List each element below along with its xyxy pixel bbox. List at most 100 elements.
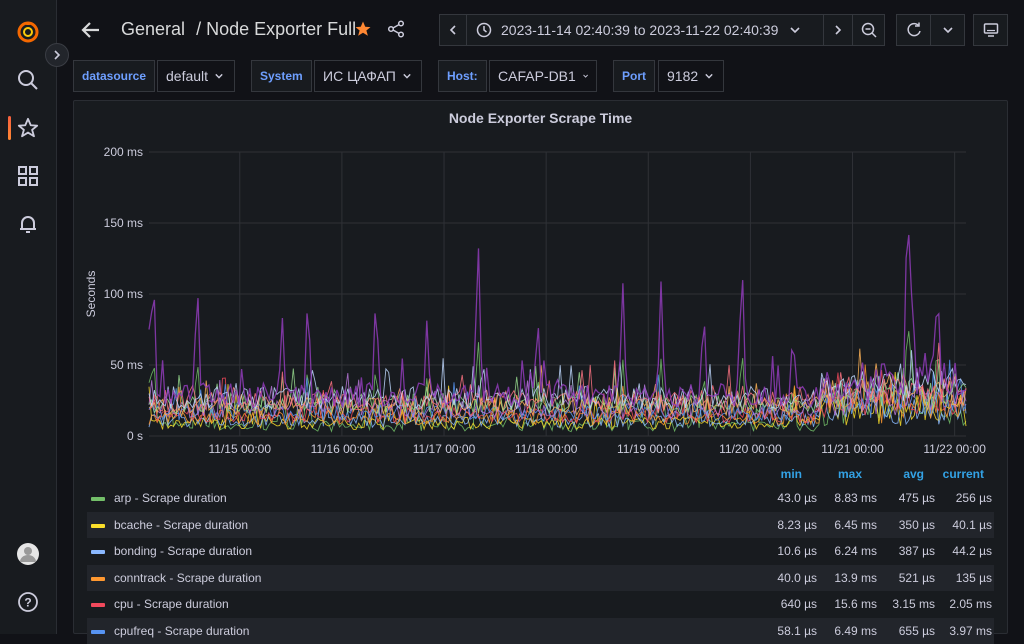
refresh-icon [906,22,921,37]
legend-value-current: 3.97 ms [949,623,992,638]
legend-value-max: 8.83 ms [834,491,877,505]
chevron-right-icon [835,25,842,35]
legend-color-swatch[interactable] [91,603,105,607]
breadcrumb-separator: / [196,19,202,39]
legend-header-max[interactable]: max [824,467,862,481]
chevron-right-icon [54,50,61,60]
variable-select-host[interactable]: CAFAP-DB1 [489,60,597,92]
legend-series-name[interactable]: arp - Scrape duration [114,491,227,505]
x-tick-label: 11/22 00:00 [923,442,986,456]
legend-color-swatch[interactable] [91,629,105,634]
variable-select-datasource[interactable]: default [157,60,235,92]
refresh-interval-dropdown[interactable] [930,14,965,46]
variable-label-datasource: datasource [73,60,156,92]
variable-select-port[interactable]: 9182 [658,60,724,92]
zoom-out-button[interactable] [852,14,885,46]
legend-row[interactable]: conntrack - Scrape duration 40.0 µs 13.9 m… [87,564,994,591]
x-tick-label: 11/19 00:00 [617,442,680,456]
legend-series-name[interactable]: bonding - Scrape duration [114,544,252,558]
variable-select-system[interactable]: ИС ЦАФАП [314,60,422,92]
share-icon[interactable] [387,20,405,43]
variable-label-port: Port [613,60,655,92]
legend-color-swatch[interactable] [91,550,105,554]
search-icon[interactable] [16,68,40,92]
legend-series-name[interactable]: conntrack - Scrape duration [114,571,261,585]
starred-icon[interactable] [16,116,40,140]
legend-value-current: 40.1 µs [952,517,992,532]
refresh-button[interactable] [896,14,931,46]
y-tick-label: 150 ms [104,216,143,230]
svg-text:?: ? [24,596,31,610]
clock-icon [476,22,492,38]
dashboard-title: General / Node Exporter Full [121,19,356,40]
kiosk-mode-button[interactable] [973,14,1008,46]
legend-value-min: 43.0 µs [777,491,817,505]
legend-color-swatch[interactable] [91,497,105,501]
legend-row[interactable]: bcache - Scrape duration 8.23 µs 6.45 ms 35… [87,511,994,538]
variable-value-port: 9182 [667,68,699,84]
legend-series-name[interactable]: bcache - Scrape duration [114,518,248,532]
variable-label-system: System [251,60,312,92]
graph-panel[interactable]: Node Exporter Scrape Time 0 s 50 ms 100 ms… [73,100,1009,644]
legend-color-swatch[interactable] [91,576,105,581]
legend-value-max: 6.45 ms [834,517,877,532]
dashboards-icon[interactable] [16,164,40,188]
alerting-bell-icon[interactable] [16,212,40,236]
user-avatar[interactable] [16,542,40,566]
legend-value-max: 13.9 ms [834,570,877,585]
chevron-down-icon [403,73,411,79]
x-tick-label: 11/20 00:00 [719,442,782,456]
help-icon[interactable]: ? [16,590,40,614]
legend-value-avg: 387 µs [898,544,935,558]
legend-row[interactable]: bonding - Scrape duration 10.6 µs 6.24 ms 3… [87,538,994,564]
active-indicator [8,116,11,140]
y-tick-label: 200 ms [104,145,143,159]
x-tick-label: 11/16 00:00 [311,442,374,456]
legend-value-max: 6.24 ms [834,544,877,558]
legend-value-current: 135 µs [955,570,992,585]
legend-series-name[interactable]: cpu - Scrape duration [114,597,229,611]
legend-value-avg: 3.15 ms [892,597,935,611]
variable-value-datasource: default [166,68,209,84]
legend-value-max: 6.49 ms [834,623,877,638]
chevron-down-icon [215,73,223,79]
x-tick-label: 11/17 00:00 [413,442,476,456]
legend-value-avg: 521 µs [898,570,935,585]
legend-header-min[interactable]: min [764,467,802,481]
legend-row[interactable]: cpu - Scrape duration 640 µs 15.6 ms 3.15 m… [87,591,994,617]
legend-row[interactable]: arp - Scrape duration 43.0 µs 8.83 ms 475 µ… [87,485,994,511]
scrape-time-chart[interactable]: 0 s 50 ms 100 ms 150 ms 200 ms 11/15 00:00 11/… [74,101,1009,461]
chevron-down-icon [942,27,953,34]
legend-value-min: 8.23 µs [777,517,817,532]
legend-value-min: 58.1 µs [777,623,817,638]
time-shift-back-button[interactable] [439,14,467,46]
legend-value-min: 640 µs [780,597,817,611]
grafana-logo-icon[interactable] [16,20,40,44]
sidebar: ? [0,0,57,634]
breadcrumb-folder[interactable]: General [121,19,185,39]
time-range-label: 2023-11-14 02:40:39 to 2023-11-22 02:40:… [501,22,779,38]
back-arrow-icon[interactable] [79,18,103,47]
breadcrumb-dashboard[interactable]: Node Exporter Full [206,19,356,39]
favorite-star-icon[interactable] [354,20,372,43]
legend-value-current: 2.05 ms [949,597,992,611]
x-tick-label: 11/18 00:00 [515,442,578,456]
y-axis-label: Seconds [84,271,98,318]
top-bar: General / Node Exporter Full 2023-11-14 … [57,0,1024,60]
y-tick-label: 0 s [127,429,143,443]
chevron-down-icon [790,27,800,34]
expand-sidebar-button[interactable] [45,43,69,67]
variable-value-system: ИС ЦАФАП [323,68,396,84]
legend-color-swatch[interactable] [91,523,105,528]
legend-header-current[interactable]: current [934,467,984,481]
legend-value-avg: 350 µs [898,517,935,532]
time-range-picker[interactable]: 2023-11-14 02:40:39 to 2023-11-22 02:40:… [466,14,824,46]
time-shift-forward-button[interactable] [823,14,853,46]
legend-series-name[interactable]: cpufreq - Scrape duration [114,624,249,638]
legend-header-avg[interactable]: avg [884,467,924,481]
legend-row[interactable]: cpufreq - Scrape duration 58.1 µs 6.49 ms 6… [87,617,994,644]
legend-value-current: 44.2 µs [952,544,992,558]
x-tick-label: 11/21 00:00 [821,442,884,456]
x-tick-label: 11/15 00:00 [209,442,272,456]
legend-value-avg: 655 µs [898,623,935,638]
